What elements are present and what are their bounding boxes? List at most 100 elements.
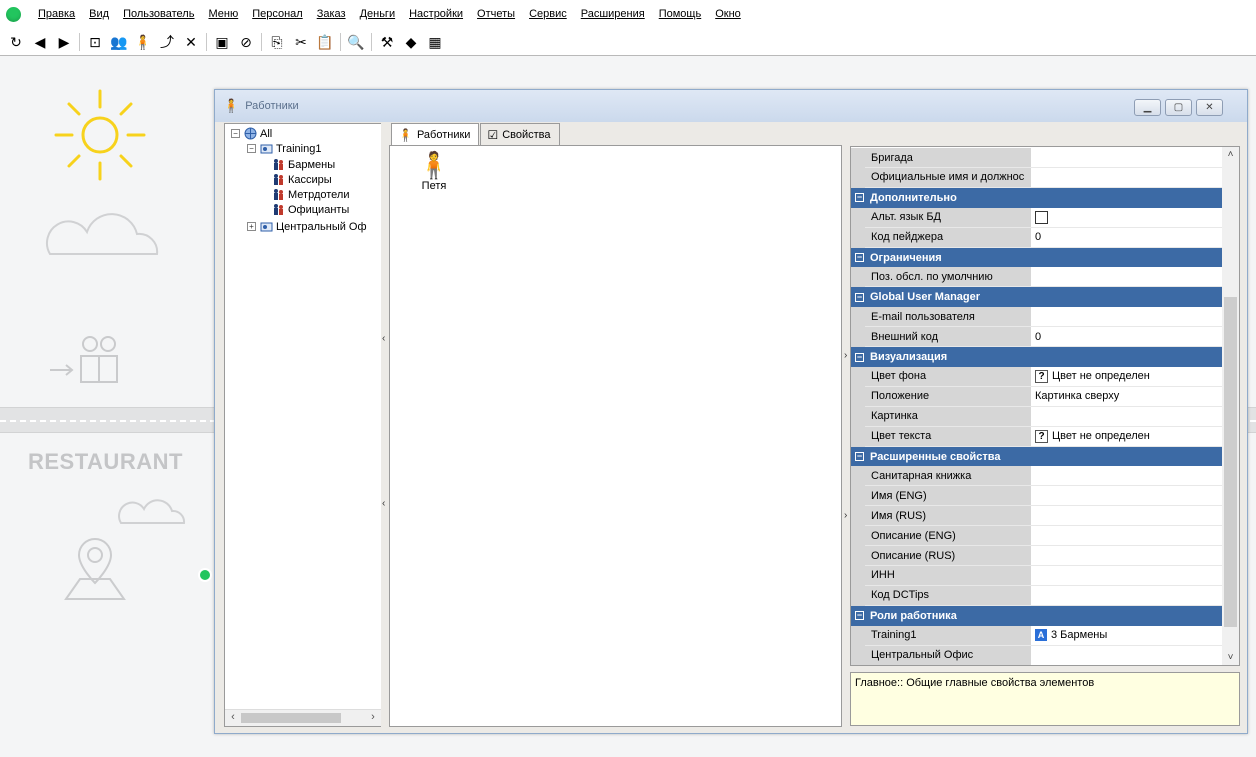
property-value[interactable] (1031, 526, 1223, 547)
forward-icon[interactable]: ▶ (54, 32, 74, 52)
collapse-icon[interactable]: − (855, 352, 864, 362)
collapse-icon[interactable]: − (247, 144, 256, 153)
collapse-icon[interactable]: − (855, 253, 864, 262)
collapse-icon[interactable]: − (855, 193, 864, 203)
property-row[interactable]: Альт. язык БД (851, 207, 1223, 228)
collapse-icon[interactable]: − (855, 611, 864, 621)
tree-node-training1[interactable]: − Training1 (247, 141, 321, 156)
property-row[interactable]: Имя (ENG) (851, 486, 1223, 507)
collapse-left-icon[interactable]: ‹ (382, 333, 387, 344)
property-value[interactable] (1031, 167, 1223, 188)
tree-node-central-office[interactable]: + Центральный Оф (247, 219, 367, 234)
property-row[interactable]: Описание (RUS) (851, 546, 1223, 566)
scroll-down-icon[interactable]: ˅ (1224, 652, 1237, 663)
property-checkbox[interactable] (1035, 210, 1048, 224)
scroll-thumb[interactable] (241, 713, 341, 723)
tab-properties[interactable]: ☑ Свойства (480, 123, 560, 145)
property-category[interactable]: − Дополнительно (851, 187, 1223, 208)
property-row[interactable]: Training1 A 3 Бармены (851, 625, 1223, 646)
property-value[interactable]: ? Цвет не определен (1031, 366, 1223, 387)
expand-right-icon[interactable]: › (844, 350, 849, 361)
property-value[interactable] (1031, 406, 1223, 427)
property-row[interactable]: Описание (ENG) (851, 526, 1223, 547)
people-icon[interactable]: 👥 (109, 32, 129, 52)
property-row[interactable]: Имя (RUS) (851, 506, 1223, 527)
property-value[interactable]: Картинка сверху (1031, 386, 1223, 407)
collapse-icon[interactable]: − (231, 129, 240, 138)
property-value[interactable] (1031, 645, 1223, 665)
menu-item[interactable]: Помощь (652, 8, 709, 20)
property-category[interactable]: − Расширенные свойства (851, 446, 1223, 467)
table-view-icon[interactable]: ▦ (425, 32, 445, 52)
property-row[interactable]: Цвет фона? Цвет не определен (851, 366, 1223, 387)
property-row[interactable]: Санитарная книжка (851, 466, 1223, 487)
collapse-icon[interactable]: − (855, 292, 864, 302)
property-value[interactable] (1031, 546, 1223, 566)
property-category[interactable]: − Роли работника (851, 605, 1223, 626)
menu-item[interactable]: Сервис (522, 8, 574, 20)
property-category[interactable]: − Global User Manager (851, 287, 1223, 308)
property-value[interactable] (1031, 148, 1223, 168)
menu-item[interactable]: Персонал (245, 8, 310, 20)
back-icon[interactable]: ◀ (30, 32, 50, 52)
property-row[interactable]: E-mail пользователя (851, 307, 1223, 328)
collapse-left-icon[interactable]: ‹ (382, 498, 387, 509)
menu-item[interactable]: Окно (708, 8, 748, 20)
property-value[interactable] (1031, 267, 1223, 288)
menu-item[interactable]: Правка (31, 8, 82, 20)
property-row[interactable]: Картинка (851, 406, 1223, 427)
menu-item[interactable]: Меню (201, 8, 245, 20)
property-value[interactable] (1031, 565, 1223, 586)
tree-node-role[interactable]: Официанты (271, 202, 349, 217)
property-category[interactable]: − Визуализация (851, 347, 1223, 367)
person-icon[interactable]: 🧍 (133, 32, 153, 52)
property-value[interactable]: 0 (1031, 327, 1223, 348)
property-row[interactable]: Положение Картинка сверху (851, 386, 1223, 407)
new-group-icon[interactable]: ⊡ (85, 32, 105, 52)
delete-icon[interactable]: ✕ (181, 32, 201, 52)
close-button[interactable]: ✕ (1196, 99, 1223, 116)
save-icon[interactable]: ▣ (212, 32, 232, 52)
export-icon[interactable]: ⤴ (157, 32, 177, 52)
tree-node-role[interactable]: Бармены (271, 157, 335, 172)
tree-horizontal-scrollbar[interactable]: ‹ › (225, 709, 381, 726)
menu-item[interactable]: Отчеты (470, 8, 522, 20)
property-row[interactable]: Центральный Офис (851, 645, 1223, 665)
scroll-up-icon[interactable]: ˄ (1224, 149, 1237, 160)
menu-item[interactable]: Вид (82, 8, 116, 20)
property-value[interactable] (1031, 506, 1223, 527)
property-row[interactable]: Поз. обсл. по умолчнию (851, 267, 1223, 288)
menu-item[interactable]: Деньги (353, 8, 403, 20)
property-row[interactable]: Код DCTips (851, 585, 1223, 606)
property-row[interactable]: ИНН (851, 565, 1223, 586)
property-value[interactable] (1031, 307, 1223, 328)
menu-item[interactable]: Настройки (402, 8, 470, 20)
property-value[interactable]: ? Цвет не определен (1031, 426, 1223, 447)
property-value[interactable]: 0 (1031, 227, 1223, 248)
color-icon[interactable]: ◆ (401, 32, 421, 52)
property-vertical-scrollbar[interactable]: ˄ ˅ (1222, 147, 1239, 665)
property-category[interactable]: − Ограничения (851, 247, 1223, 268)
scroll-left-icon[interactable]: ‹ (226, 711, 240, 725)
left-splitter[interactable]: ‹ ‹ (381, 123, 389, 727)
cut-icon[interactable]: ✂ (291, 32, 311, 52)
tree-node-role[interactable]: Кассиры (271, 172, 332, 187)
property-row[interactable]: Бригада (851, 148, 1223, 168)
employee-item[interactable]: 🧍 Петя (412, 150, 456, 192)
collapse-icon[interactable]: − (855, 452, 864, 461)
minimize-button[interactable]: ▁ (1134, 99, 1161, 116)
menu-item[interactable]: Заказ (310, 8, 353, 20)
property-value[interactable] (1031, 466, 1223, 487)
copy-icon[interactable]: ⎘ (267, 32, 287, 52)
menu-item[interactable]: Пользователь (116, 8, 201, 20)
tree-node-role[interactable]: Метрдотели (271, 187, 349, 202)
cancel-icon[interactable]: ⊘ (236, 32, 256, 52)
expand-right-icon[interactable]: › (844, 510, 849, 521)
property-row[interactable]: Код пейджера 0 (851, 227, 1223, 248)
property-value[interactable] (1031, 486, 1223, 507)
property-row[interactable]: Внешний код 0 (851, 327, 1223, 348)
scroll-thumb[interactable] (1224, 297, 1237, 627)
search-icon[interactable]: 🔍 (346, 32, 366, 52)
property-row[interactable]: Цвет текста? Цвет не определен (851, 426, 1223, 447)
menu-item[interactable]: Расширения (574, 8, 652, 20)
